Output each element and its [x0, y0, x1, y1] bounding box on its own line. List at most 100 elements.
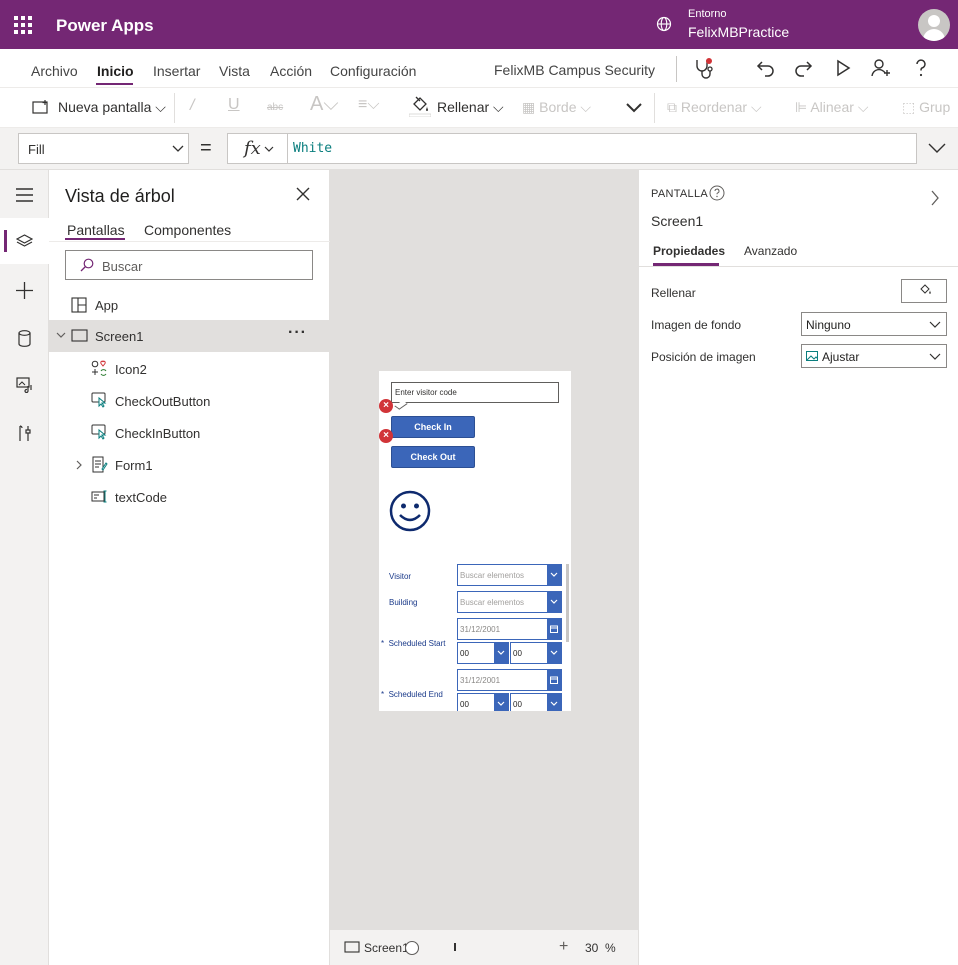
app-name[interactable]: Power Apps	[56, 16, 154, 36]
calendar-icon[interactable]	[547, 619, 561, 639]
date-value: 31/12/2001	[460, 625, 501, 634]
underline-icon[interactable]: U	[228, 96, 240, 114]
check-in-button[interactable]: Check In	[391, 416, 475, 438]
tree-view-panel: Vista de árbol Pantallas Componentes Bus…	[49, 170, 330, 965]
align-button[interactable]: ⊫ Alinear ⌵	[795, 99, 868, 116]
tree-item-app[interactable]: App	[49, 289, 329, 321]
new-screen-button[interactable]: Nueva pantalla ⌵	[58, 99, 166, 116]
tree-item-checkinbutton[interactable]: CheckInButton	[49, 417, 329, 449]
fx-button[interactable]: fx	[227, 133, 287, 164]
search-icon	[80, 258, 94, 272]
end-date-picker[interactable]: 31/12/2001	[457, 669, 562, 691]
formula-text: White	[293, 141, 333, 156]
italic-icon[interactable]: /	[190, 97, 194, 115]
start-date-picker[interactable]: 31/12/2001	[457, 618, 562, 640]
help-icon[interactable]	[908, 55, 934, 81]
property-dropdown[interactable]: Fill	[18, 133, 189, 164]
image-position-dropdown[interactable]: Ajustar	[801, 344, 947, 368]
tree-item-checkoutbutton[interactable]: CheckOutButton	[49, 385, 329, 417]
layers-icon[interactable]	[16, 234, 33, 250]
current-screen-label[interactable]: Screen1	[364, 941, 409, 955]
chevron-down-icon[interactable]	[547, 694, 561, 711]
tree-search-input[interactable]: Buscar	[65, 250, 313, 280]
visitor-code-input[interactable]: Enter visitor code	[391, 382, 559, 403]
environment-name[interactable]: FelixMBPractice	[688, 24, 789, 40]
check-out-button[interactable]: Check Out	[391, 446, 475, 468]
fill-button[interactable]: Rellenar ⌵	[437, 99, 504, 116]
tree-item-screen1[interactable]: Screen1 ···	[49, 320, 329, 352]
tree-item-form1[interactable]: Form1	[49, 449, 329, 481]
font-color-icon[interactable]: A⌵	[310, 93, 339, 116]
chevron-down-icon[interactable]	[494, 643, 508, 663]
tab-pantallas[interactable]: Pantallas	[67, 222, 125, 238]
app-launcher-icon[interactable]	[14, 16, 32, 34]
menu-inicio[interactable]: Inicio	[97, 63, 134, 79]
database-icon[interactable]	[18, 330, 31, 347]
zoom-slider-track[interactable]	[454, 943, 456, 951]
canvas-status-bar: Screen1 + 30 %	[330, 929, 638, 965]
zoom-slider-thumb[interactable]	[404, 940, 420, 956]
zoom-in-icon[interactable]: +	[559, 938, 568, 956]
building-combobox[interactable]: Buscar elementos	[457, 591, 562, 613]
calendar-icon[interactable]	[547, 670, 561, 690]
help-icon[interactable]	[709, 185, 725, 201]
tree-item-textcode[interactable]: textCode	[49, 481, 329, 513]
stethoscope-icon[interactable]	[690, 55, 716, 81]
avatar[interactable]	[918, 9, 950, 41]
start-hour-dropdown[interactable]: 00	[457, 642, 509, 664]
design-canvas[interactable]: Enter visitor code × Check In × Check Ou…	[330, 170, 638, 930]
menu-insertar[interactable]: Insertar	[153, 63, 200, 79]
chevron-right-icon[interactable]	[76, 460, 83, 470]
group-button[interactable]: ⬚ Grup	[902, 99, 950, 116]
redo-icon[interactable]	[790, 55, 816, 81]
tab-divider	[639, 266, 958, 267]
media-icon[interactable]	[16, 377, 34, 393]
play-icon[interactable]	[830, 55, 856, 81]
reorder-button[interactable]: ⧉ Reordenar ⌵	[667, 99, 762, 116]
menu-archivo[interactable]: Archivo	[31, 63, 78, 79]
tree-item-icon2[interactable]: Icon2	[49, 353, 329, 385]
undo-icon[interactable]	[753, 55, 779, 81]
minute-value: 00	[513, 700, 522, 709]
chevron-down-icon[interactable]	[56, 332, 66, 339]
chevron-right-icon[interactable]	[930, 190, 940, 206]
zoom-value[interactable]: 30	[585, 941, 598, 955]
add-icon[interactable]	[16, 282, 33, 299]
menu-configuracion[interactable]: Configuración	[330, 63, 416, 79]
error-icon[interactable]: ×	[379, 399, 393, 413]
chevron-down-icon[interactable]	[494, 694, 508, 711]
smiley-icon[interactable]	[389, 490, 431, 532]
close-icon[interactable]	[295, 186, 311, 202]
formula-input[interactable]: White	[287, 133, 917, 164]
tab-avanzado[interactable]: Avanzado	[744, 244, 797, 258]
hamburger-icon[interactable]	[16, 188, 33, 202]
end-hour-dropdown[interactable]: 00	[457, 693, 509, 711]
strikethrough-icon[interactable]: abc	[267, 102, 283, 113]
fill-color-picker[interactable]	[901, 279, 947, 303]
visitor-combobox[interactable]: Buscar elementos	[457, 564, 562, 586]
menu-accion[interactable]: Acción	[270, 63, 312, 79]
end-minute-dropdown[interactable]: 00	[510, 693, 562, 711]
expand-formula-chevron-icon[interactable]	[928, 142, 946, 154]
chevron-down-icon[interactable]	[547, 592, 561, 612]
advanced-tools-icon[interactable]	[17, 425, 32, 442]
app-icon	[71, 297, 87, 313]
background-image-label: Imagen de fondo	[651, 318, 742, 332]
expand-ribbon-chevron-icon[interactable]	[625, 100, 643, 116]
globe-icon[interactable]	[656, 16, 672, 32]
tab-componentes[interactable]: Componentes	[144, 222, 231, 238]
start-minute-dropdown[interactable]: 00	[510, 642, 562, 664]
menu-vista[interactable]: Vista	[219, 63, 250, 79]
control-name[interactable]: Screen1	[651, 213, 703, 229]
form-scrollbar[interactable]	[566, 564, 569, 642]
share-person-icon[interactable]	[868, 55, 894, 81]
chevron-down-icon[interactable]	[547, 643, 561, 663]
text-align-icon[interactable]: ≡⌵	[358, 96, 379, 114]
more-options-icon[interactable]: ···	[288, 324, 307, 342]
screen-preview[interactable]: Enter visitor code × Check In × Check Ou…	[379, 371, 571, 711]
chevron-down-icon[interactable]	[547, 565, 561, 585]
tab-propiedades[interactable]: Propiedades	[653, 244, 725, 258]
background-image-dropdown[interactable]: Ninguno	[801, 312, 947, 336]
error-icon[interactable]: ×	[379, 429, 393, 443]
border-button[interactable]: ▦ Borde ⌵	[522, 99, 591, 116]
